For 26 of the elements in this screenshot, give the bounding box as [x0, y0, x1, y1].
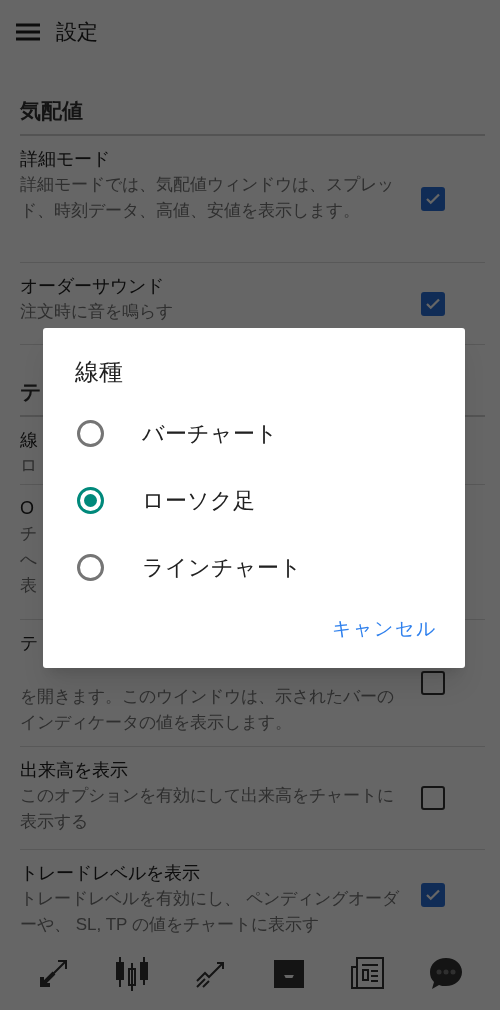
page-title: 設定	[56, 19, 98, 46]
radio-button[interactable]	[77, 554, 104, 581]
cancel-button[interactable]: キャンセル	[332, 615, 437, 644]
setting-title: オーダーサウンド	[20, 275, 164, 298]
setting-title: 出来高を表示	[20, 759, 128, 782]
checkbox[interactable]	[421, 671, 445, 695]
option-label[interactable]: ラインチャート	[142, 551, 302, 584]
news-icon[interactable]	[349, 954, 386, 991]
menu-icon[interactable]	[16, 23, 40, 41]
section-title: テ	[20, 378, 42, 405]
setting-title: テ	[20, 632, 38, 655]
setting-title: トレードレベルを表示	[20, 862, 200, 885]
setting-title: O	[20, 497, 34, 520]
checkbox[interactable]	[421, 291, 445, 316]
option-label[interactable]: バーチャート	[142, 417, 278, 450]
setting-title: 詳細モード	[20, 148, 110, 171]
checkbox[interactable]	[421, 786, 445, 810]
checkbox[interactable]	[421, 882, 445, 907]
section-title: 気配値	[20, 97, 83, 124]
dialog-title: 線種	[75, 357, 123, 387]
candlestick-icon[interactable]	[114, 954, 151, 991]
radio-button[interactable]	[77, 487, 104, 514]
option-label[interactable]: ローソク足	[142, 484, 255, 517]
checkbox[interactable]	[421, 187, 445, 211]
setting-title: 線	[20, 429, 38, 452]
radio-button[interactable]	[77, 420, 104, 447]
